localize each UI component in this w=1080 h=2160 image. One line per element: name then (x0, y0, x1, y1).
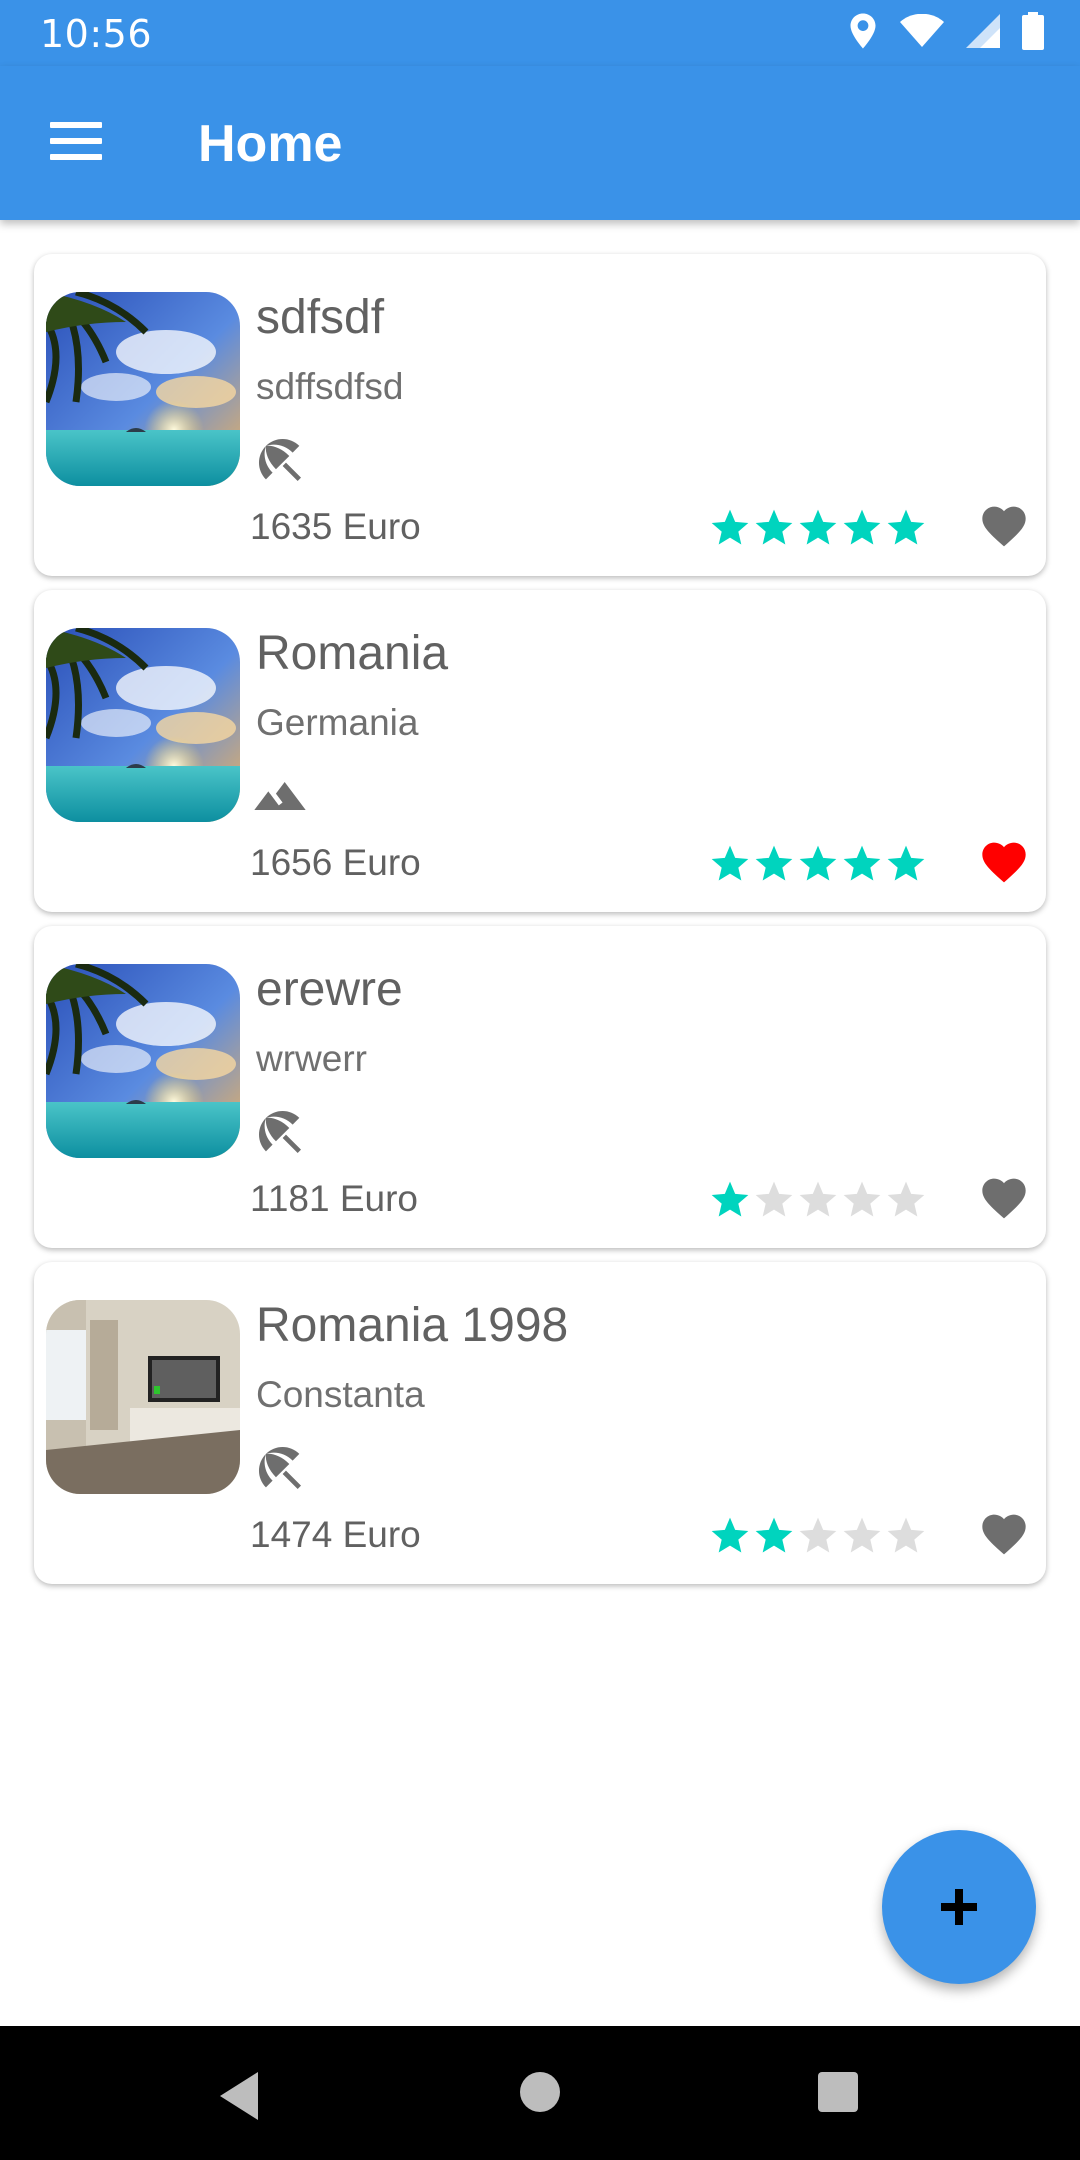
star-icon (799, 509, 837, 545)
app-bar: Home (0, 66, 1080, 220)
rating-stars[interactable] (708, 1178, 928, 1222)
rating-stars[interactable] (708, 1514, 928, 1558)
signal-icon (966, 14, 1000, 48)
trip-subtitle: Germania (256, 702, 419, 743)
trip-title: Romania (256, 627, 449, 680)
trip-price: 1656 Euro (250, 842, 421, 883)
beach-umbrella-icon (252, 432, 308, 488)
favorite-heart-icon[interactable] (978, 1172, 1030, 1220)
back-icon[interactable] (216, 2070, 262, 2122)
trip-title: sdfsdf (256, 291, 385, 344)
star-icon (711, 845, 749, 881)
star-icon (711, 1181, 749, 1217)
trip-image (46, 628, 240, 822)
favorite-heart-icon[interactable] (978, 500, 1030, 548)
star-icon (887, 1181, 925, 1217)
battery-icon (1022, 12, 1044, 50)
star-icon (843, 1181, 881, 1217)
trip-image (46, 964, 240, 1158)
star-icon (887, 845, 925, 881)
recents-icon[interactable] (818, 2072, 858, 2112)
star-icon (711, 509, 749, 545)
favorite-heart-icon[interactable] (978, 1508, 1030, 1556)
trip-card[interactable]: Romania Germania 1656 Euro (34, 590, 1046, 912)
page-title: Home (198, 115, 343, 173)
star-icon (711, 1517, 749, 1553)
star-icon (755, 1181, 793, 1217)
star-icon (799, 1517, 837, 1553)
star-icon (755, 1517, 793, 1553)
star-icon (887, 1517, 925, 1553)
location-icon (850, 13, 876, 49)
wifi-icon (900, 14, 944, 47)
rating-stars[interactable] (708, 506, 928, 550)
trip-card[interactable]: sdfsdf sdffsdfsd 1635 Euro (34, 254, 1046, 576)
mountain-icon (252, 768, 308, 824)
trip-list: sdfsdf sdffsdfsd 1635 Euro Romania Germania 1… (34, 254, 1046, 1598)
status-icons (848, 12, 1044, 50)
trip-card[interactable]: Romania 1998 Constanta 1474 Euro (34, 1262, 1046, 1584)
trip-image (46, 1300, 240, 1494)
beach-umbrella-icon (252, 1440, 308, 1496)
star-icon (843, 1517, 881, 1553)
beach-umbrella-icon (252, 1104, 308, 1160)
add-icon (941, 1889, 977, 1925)
rating-stars[interactable] (708, 842, 928, 886)
trip-subtitle: wrwerr (256, 1038, 367, 1079)
star-icon (799, 845, 837, 881)
trip-subtitle: Constanta (256, 1374, 425, 1415)
star-icon (887, 509, 925, 545)
star-icon (843, 509, 881, 545)
add-trip-button[interactable] (882, 1830, 1036, 1984)
star-icon (755, 845, 793, 881)
star-icon (843, 845, 881, 881)
trip-price: 1181 Euro (250, 1178, 418, 1219)
trip-price: 1474 Euro (250, 1514, 421, 1555)
trip-subtitle: sdffsdfsd (256, 366, 404, 407)
menu-icon[interactable] (46, 116, 106, 166)
trip-title: erewre (256, 963, 403, 1016)
favorite-heart-icon[interactable] (978, 836, 1030, 884)
star-icon (799, 1181, 837, 1217)
status-bar: 10:56 (0, 0, 1080, 66)
trip-image (46, 292, 240, 486)
trip-price: 1635 Euro (250, 506, 421, 547)
star-icon (755, 509, 793, 545)
navigation-bar (0, 2026, 1080, 2160)
status-time: 10:56 (40, 12, 153, 56)
home-icon[interactable] (520, 2072, 560, 2112)
trip-title: Romania 1998 (256, 1299, 569, 1352)
trip-card[interactable]: erewre wrwerr 1181 Euro (34, 926, 1046, 1248)
